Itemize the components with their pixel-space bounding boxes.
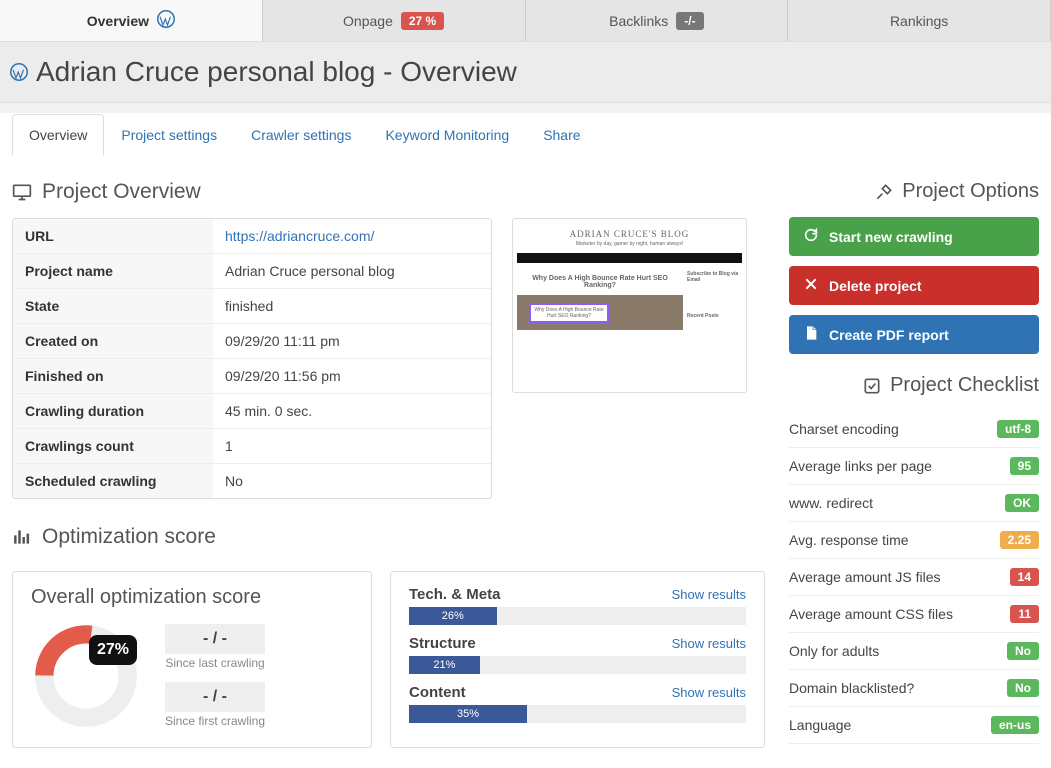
project-options-heading: Project Options [902, 180, 1039, 203]
show-results-link[interactable]: Show results [672, 587, 746, 602]
checklist-item: Average amount CSS files11 [789, 596, 1039, 633]
show-results-link[interactable]: Show results [672, 636, 746, 651]
project-overview-heading: Project Overview [42, 180, 201, 204]
since-value: - / - [165, 624, 264, 654]
checklist-badge: en-us [991, 716, 1039, 734]
info-row: Project nameAdrian Cruce personal blog [13, 254, 491, 289]
tab-backlinks[interactable]: Backlinks-/- [526, 0, 789, 41]
tab-badge: -/- [676, 12, 703, 30]
score-row: ContentShow results35% [409, 684, 746, 723]
checklist-badge: 11 [1010, 605, 1039, 623]
project-checklist-heading: Project Checklist [890, 374, 1039, 397]
checklist-icon [862, 376, 882, 396]
subtab-overview[interactable]: Overview [12, 114, 104, 156]
score-row: StructureShow results21% [409, 635, 746, 674]
score-row: Tech. & MetaShow results26% [409, 586, 746, 625]
tools-icon [874, 182, 894, 202]
info-row: URLhttps://adriancruce.com/ [13, 219, 491, 254]
info-row: Finished on09/29/20 11:56 pm [13, 359, 491, 394]
info-row: Scheduled crawlingNo [13, 464, 491, 499]
page-title: Adrian Cruce personal blog - Overview [36, 56, 517, 88]
checklist-item: Languageen-us [789, 707, 1039, 744]
checklist-item: Only for adultsNo [789, 633, 1039, 670]
checklist-item: Domain blacklisted?No [789, 670, 1039, 707]
checklist-item: www. redirectOK [789, 485, 1039, 522]
info-row: Crawling duration45 min. 0 sec. [13, 394, 491, 429]
project-info-table: URLhttps://adriancruce.com/Project nameA… [12, 218, 492, 499]
barchart-icon [12, 527, 32, 547]
subtab-crawler-settings[interactable]: Crawler settings [234, 114, 368, 156]
info-row: Created on09/29/20 11:11 pm [13, 324, 491, 359]
info-row: Crawlings count1 [13, 429, 491, 464]
info-row: Statefinished [13, 289, 491, 324]
checklist-item: Average links per page95 [789, 448, 1039, 485]
optimization-score-heading: Optimization score [42, 525, 216, 549]
wordpress-icon [157, 10, 175, 31]
score-breakdown-panel: Tech. & MetaShow results26% StructureShow… [390, 571, 765, 748]
delete-project-button[interactable]: Delete project [789, 266, 1039, 305]
checklist-item: Avg. response time2.25 [789, 522, 1039, 559]
tab-rankings[interactable]: Rankings [788, 0, 1051, 41]
subtab-keyword-monitoring[interactable]: Keyword Monitoring [368, 114, 526, 156]
tab-onpage[interactable]: Onpage27 % [263, 0, 526, 41]
subtab-share[interactable]: Share [526, 114, 597, 156]
site-preview: ADRIAN CRUCE'S BLOG Marketer by day, gam… [512, 218, 747, 393]
monitor-icon [12, 182, 32, 202]
checklist-badge: 95 [1010, 457, 1039, 475]
create-pdf-report-button[interactable]: Create PDF report [789, 315, 1039, 354]
show-results-link[interactable]: Show results [672, 685, 746, 700]
tab-badge: 27 % [401, 12, 444, 30]
checklist-badge: utf-8 [997, 420, 1039, 438]
since-label: Since last crawling [165, 656, 264, 670]
file-icon [803, 325, 819, 344]
checklist-item: Charset encodingutf-8 [789, 411, 1039, 448]
wordpress-icon [10, 63, 28, 81]
start-new-crawling-button[interactable]: Start new crawling [789, 217, 1039, 256]
checklist-badge: 2.25 [1000, 531, 1039, 549]
checklist-item: Average amount JS files14 [789, 559, 1039, 596]
checklist-badge: 14 [1010, 568, 1039, 586]
checklist-badge: No [1007, 642, 1039, 660]
since-value: - / - [165, 682, 265, 712]
since-label: Since first crawling [165, 714, 265, 728]
refresh-icon [803, 227, 819, 246]
overall-score-panel: Overall optimization score 27% - / -Sinc… [12, 571, 372, 748]
checklist-badge: No [1007, 679, 1039, 697]
checklist-badge: OK [1005, 494, 1039, 512]
score-gauge: 27% [31, 621, 141, 731]
tab-overview[interactable]: Overview [0, 0, 263, 41]
project-url-link[interactable]: https://adriancruce.com/ [225, 228, 374, 244]
subtab-project-settings[interactable]: Project settings [104, 114, 234, 156]
close-icon [803, 276, 819, 295]
